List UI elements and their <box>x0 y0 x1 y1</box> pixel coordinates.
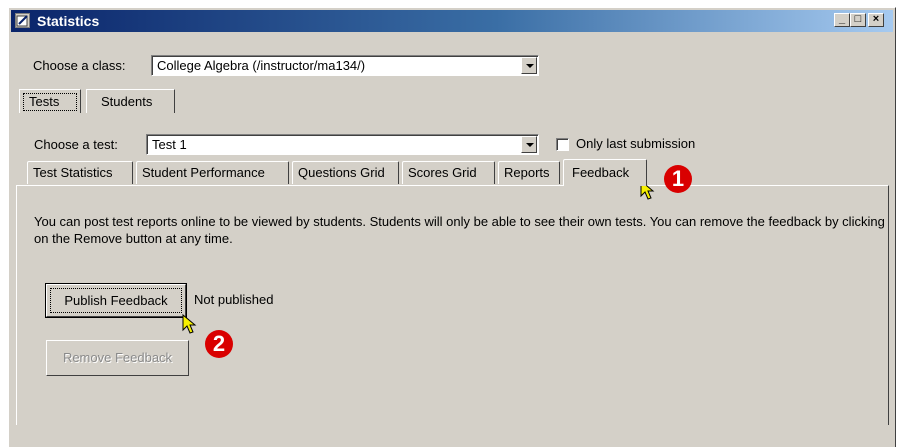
tab-label: Student Performance <box>142 165 265 180</box>
window-title: Statistics <box>37 13 100 29</box>
tab-student-performance[interactable]: Student Performance <box>136 161 289 184</box>
tab-scores-grid[interactable]: Scores Grid <box>402 161 495 184</box>
tab-label: Test Statistics <box>33 165 113 180</box>
tab-label: Feedback <box>572 165 630 180</box>
tab-tests-label: Tests <box>29 94 60 109</box>
only-last-submission-label: Only last submission <box>576 136 696 151</box>
publish-status: Not published <box>194 292 274 307</box>
tab-label: Scores Grid <box>408 165 477 180</box>
callout-badge-1: 1 <box>664 165 692 193</box>
tab-feedback[interactable]: Feedback <box>563 159 647 186</box>
choose-test-label: Choose a test: <box>34 137 118 152</box>
class-select[interactable]: College Algebra (/instructor/ma134/) <box>151 55 539 76</box>
class-select-value: College Algebra (/instructor/ma134/) <box>157 58 366 73</box>
remove-feedback-button[interactable]: Remove Feedback <box>46 340 189 376</box>
choose-class-label: Choose a class: <box>33 58 126 73</box>
app-icon <box>15 13 30 28</box>
tab-label: Questions Grid <box>298 165 385 180</box>
tab-students-label: Students <box>101 94 153 109</box>
feedback-panel: You can post test reports online to be v… <box>16 185 889 425</box>
publish-feedback-label: Publish Feedback <box>64 293 168 308</box>
callout-badge-2: 2 <box>205 330 233 358</box>
mouse-cursor-icon <box>182 314 197 334</box>
publish-feedback-button[interactable]: Publish Feedback <box>45 283 187 318</box>
test-select-value: Test 1 <box>152 137 187 152</box>
tab-reports[interactable]: Reports <box>498 161 560 184</box>
close-button[interactable]: × <box>868 13 884 27</box>
only-last-submission-checkbox[interactable] <box>556 138 569 151</box>
minimize-button[interactable]: _ <box>834 13 850 27</box>
tab-test-statistics[interactable]: Test Statistics <box>27 161 133 184</box>
title-bar: Statistics _ □ × <box>11 10 893 32</box>
chevron-down-icon[interactable] <box>521 136 537 153</box>
feedback-description: You can post test reports online to be v… <box>34 214 885 246</box>
tab-tests[interactable]: Tests <box>19 89 81 113</box>
chevron-down-icon[interactable] <box>521 57 537 74</box>
remove-feedback-label: Remove Feedback <box>62 350 173 365</box>
tab-students[interactable]: Students <box>86 89 175 113</box>
test-select[interactable]: Test 1 <box>146 134 539 155</box>
tab-label: Reports <box>504 165 550 180</box>
maximize-button[interactable]: □ <box>850 13 866 27</box>
tab-questions-grid[interactable]: Questions Grid <box>292 161 399 184</box>
